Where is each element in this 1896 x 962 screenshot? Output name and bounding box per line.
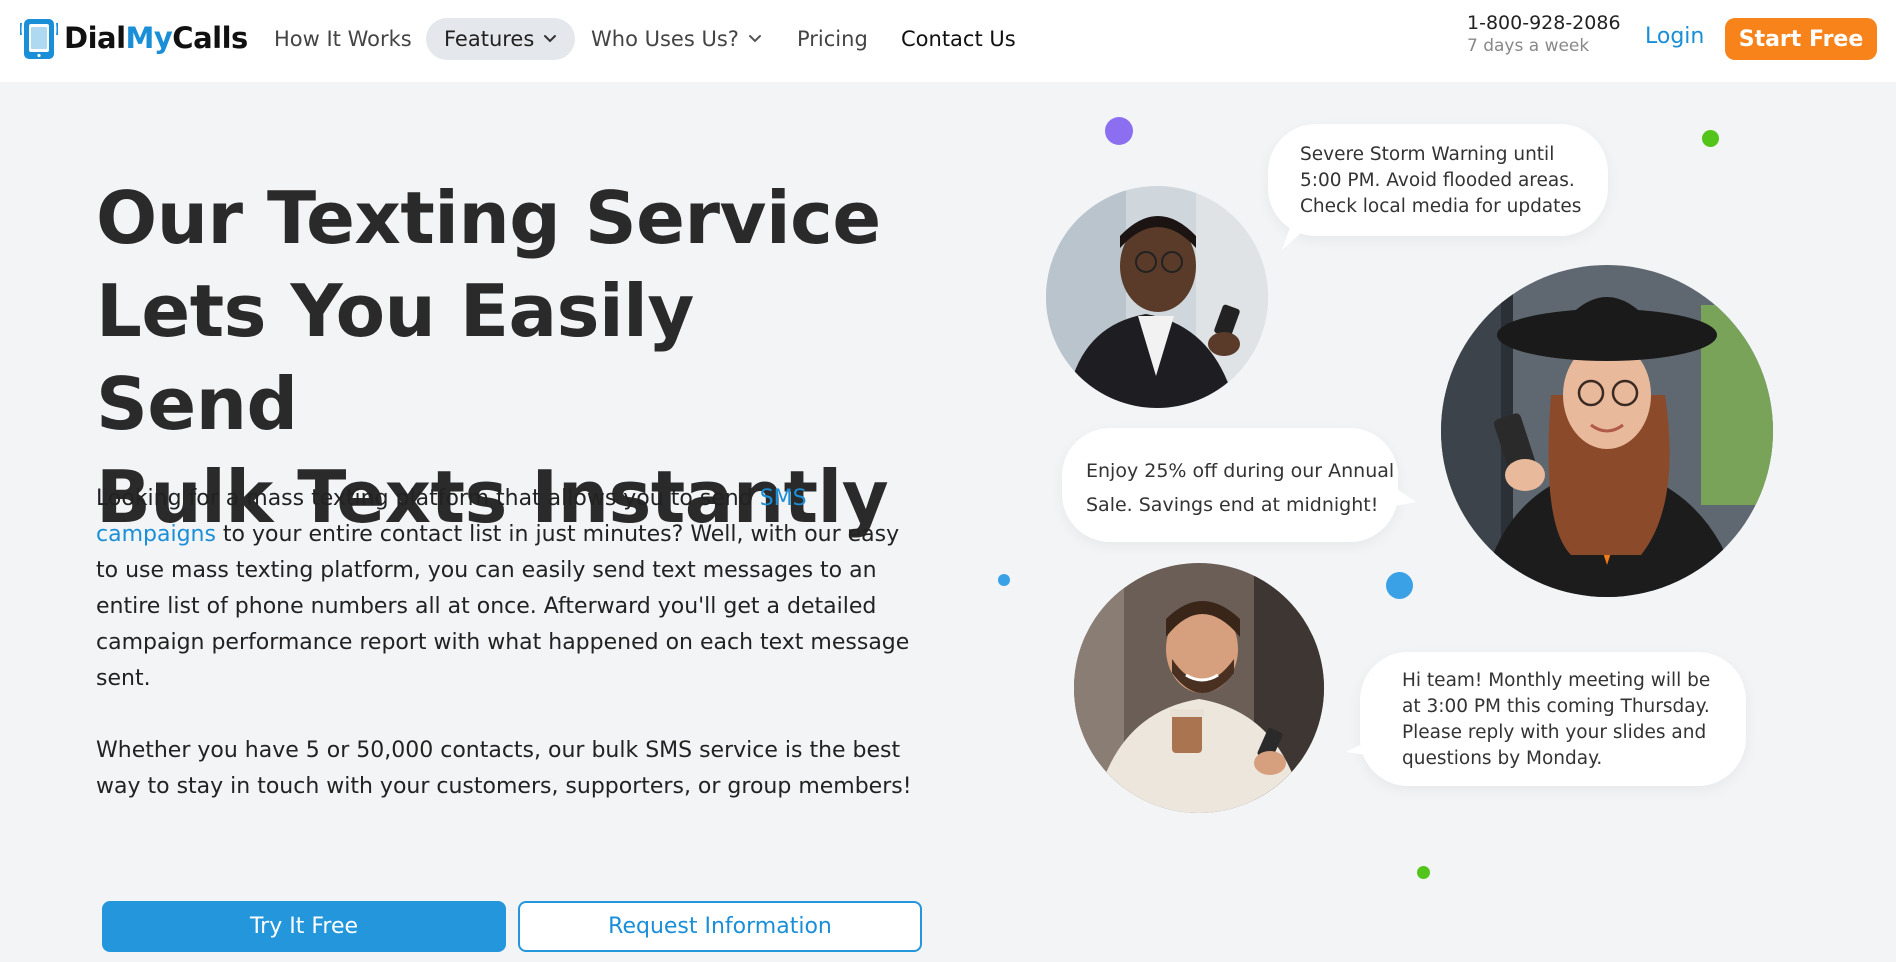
headline-line: Our Texting Service	[96, 176, 881, 260]
logo-wordmark: DialMyCalls	[64, 21, 248, 55]
nav-who-uses-us[interactable]: Who Uses Us?	[591, 18, 762, 60]
intro-paragraph: Looking for a mass texting platform that…	[96, 486, 910, 691]
photo-woman-with-hat	[1441, 265, 1773, 597]
phone-hours: 7 days a week	[1467, 36, 1590, 56]
decorative-purple-dot	[1105, 117, 1133, 145]
site-header: DialMyCalls How It Works Features Who Us…	[0, 0, 1896, 82]
phone-logo-icon	[19, 15, 59, 61]
chevron-down-icon	[748, 34, 762, 44]
photo-man-in-suit	[1046, 186, 1268, 408]
message-bubble-storm-warning: Severe Storm Warning until 5:00 PM. Avoi…	[1268, 124, 1608, 250]
dialmycalls-logo[interactable]: DialMyCalls	[19, 14, 248, 62]
decorative-green-dot	[1702, 130, 1719, 147]
login-link[interactable]: Login	[1645, 24, 1704, 49]
decorative-blue-dot	[998, 574, 1010, 586]
hero-description: Looking for a mass texting platform that…	[96, 481, 926, 805]
message-bubble-sale: Enjoy 25% off during our Annual Sale. Sa…	[1062, 428, 1416, 542]
phone-contact[interactable]: 1-800-928-2086 7 days a week	[1467, 12, 1621, 56]
nav-pricing[interactable]: Pricing	[797, 18, 868, 60]
photo-man-with-coffee	[1074, 563, 1324, 813]
headline-line: Lets You Easily Send	[96, 269, 694, 446]
nav-how-it-works[interactable]: How It Works	[274, 18, 412, 60]
decorative-green-dot	[1417, 866, 1430, 879]
request-information-button[interactable]: Request Information	[518, 901, 922, 952]
decorative-blue-dot	[1386, 572, 1413, 599]
nav-features[interactable]: Features	[426, 18, 576, 60]
try-it-free-button[interactable]: Try It Free	[102, 901, 506, 952]
contacts-paragraph: Whether you have 5 or 50,000 contacts, o…	[96, 738, 912, 799]
message-bubble-team-meeting: Hi team! Monthly meeting will be at 3:00…	[1346, 652, 1746, 786]
nav-contact-us[interactable]: Contact Us	[901, 18, 1016, 60]
start-free-button[interactable]: Start Free	[1725, 18, 1877, 60]
chevron-down-icon	[543, 34, 557, 44]
phone-number[interactable]: 1-800-928-2086	[1467, 12, 1621, 34]
